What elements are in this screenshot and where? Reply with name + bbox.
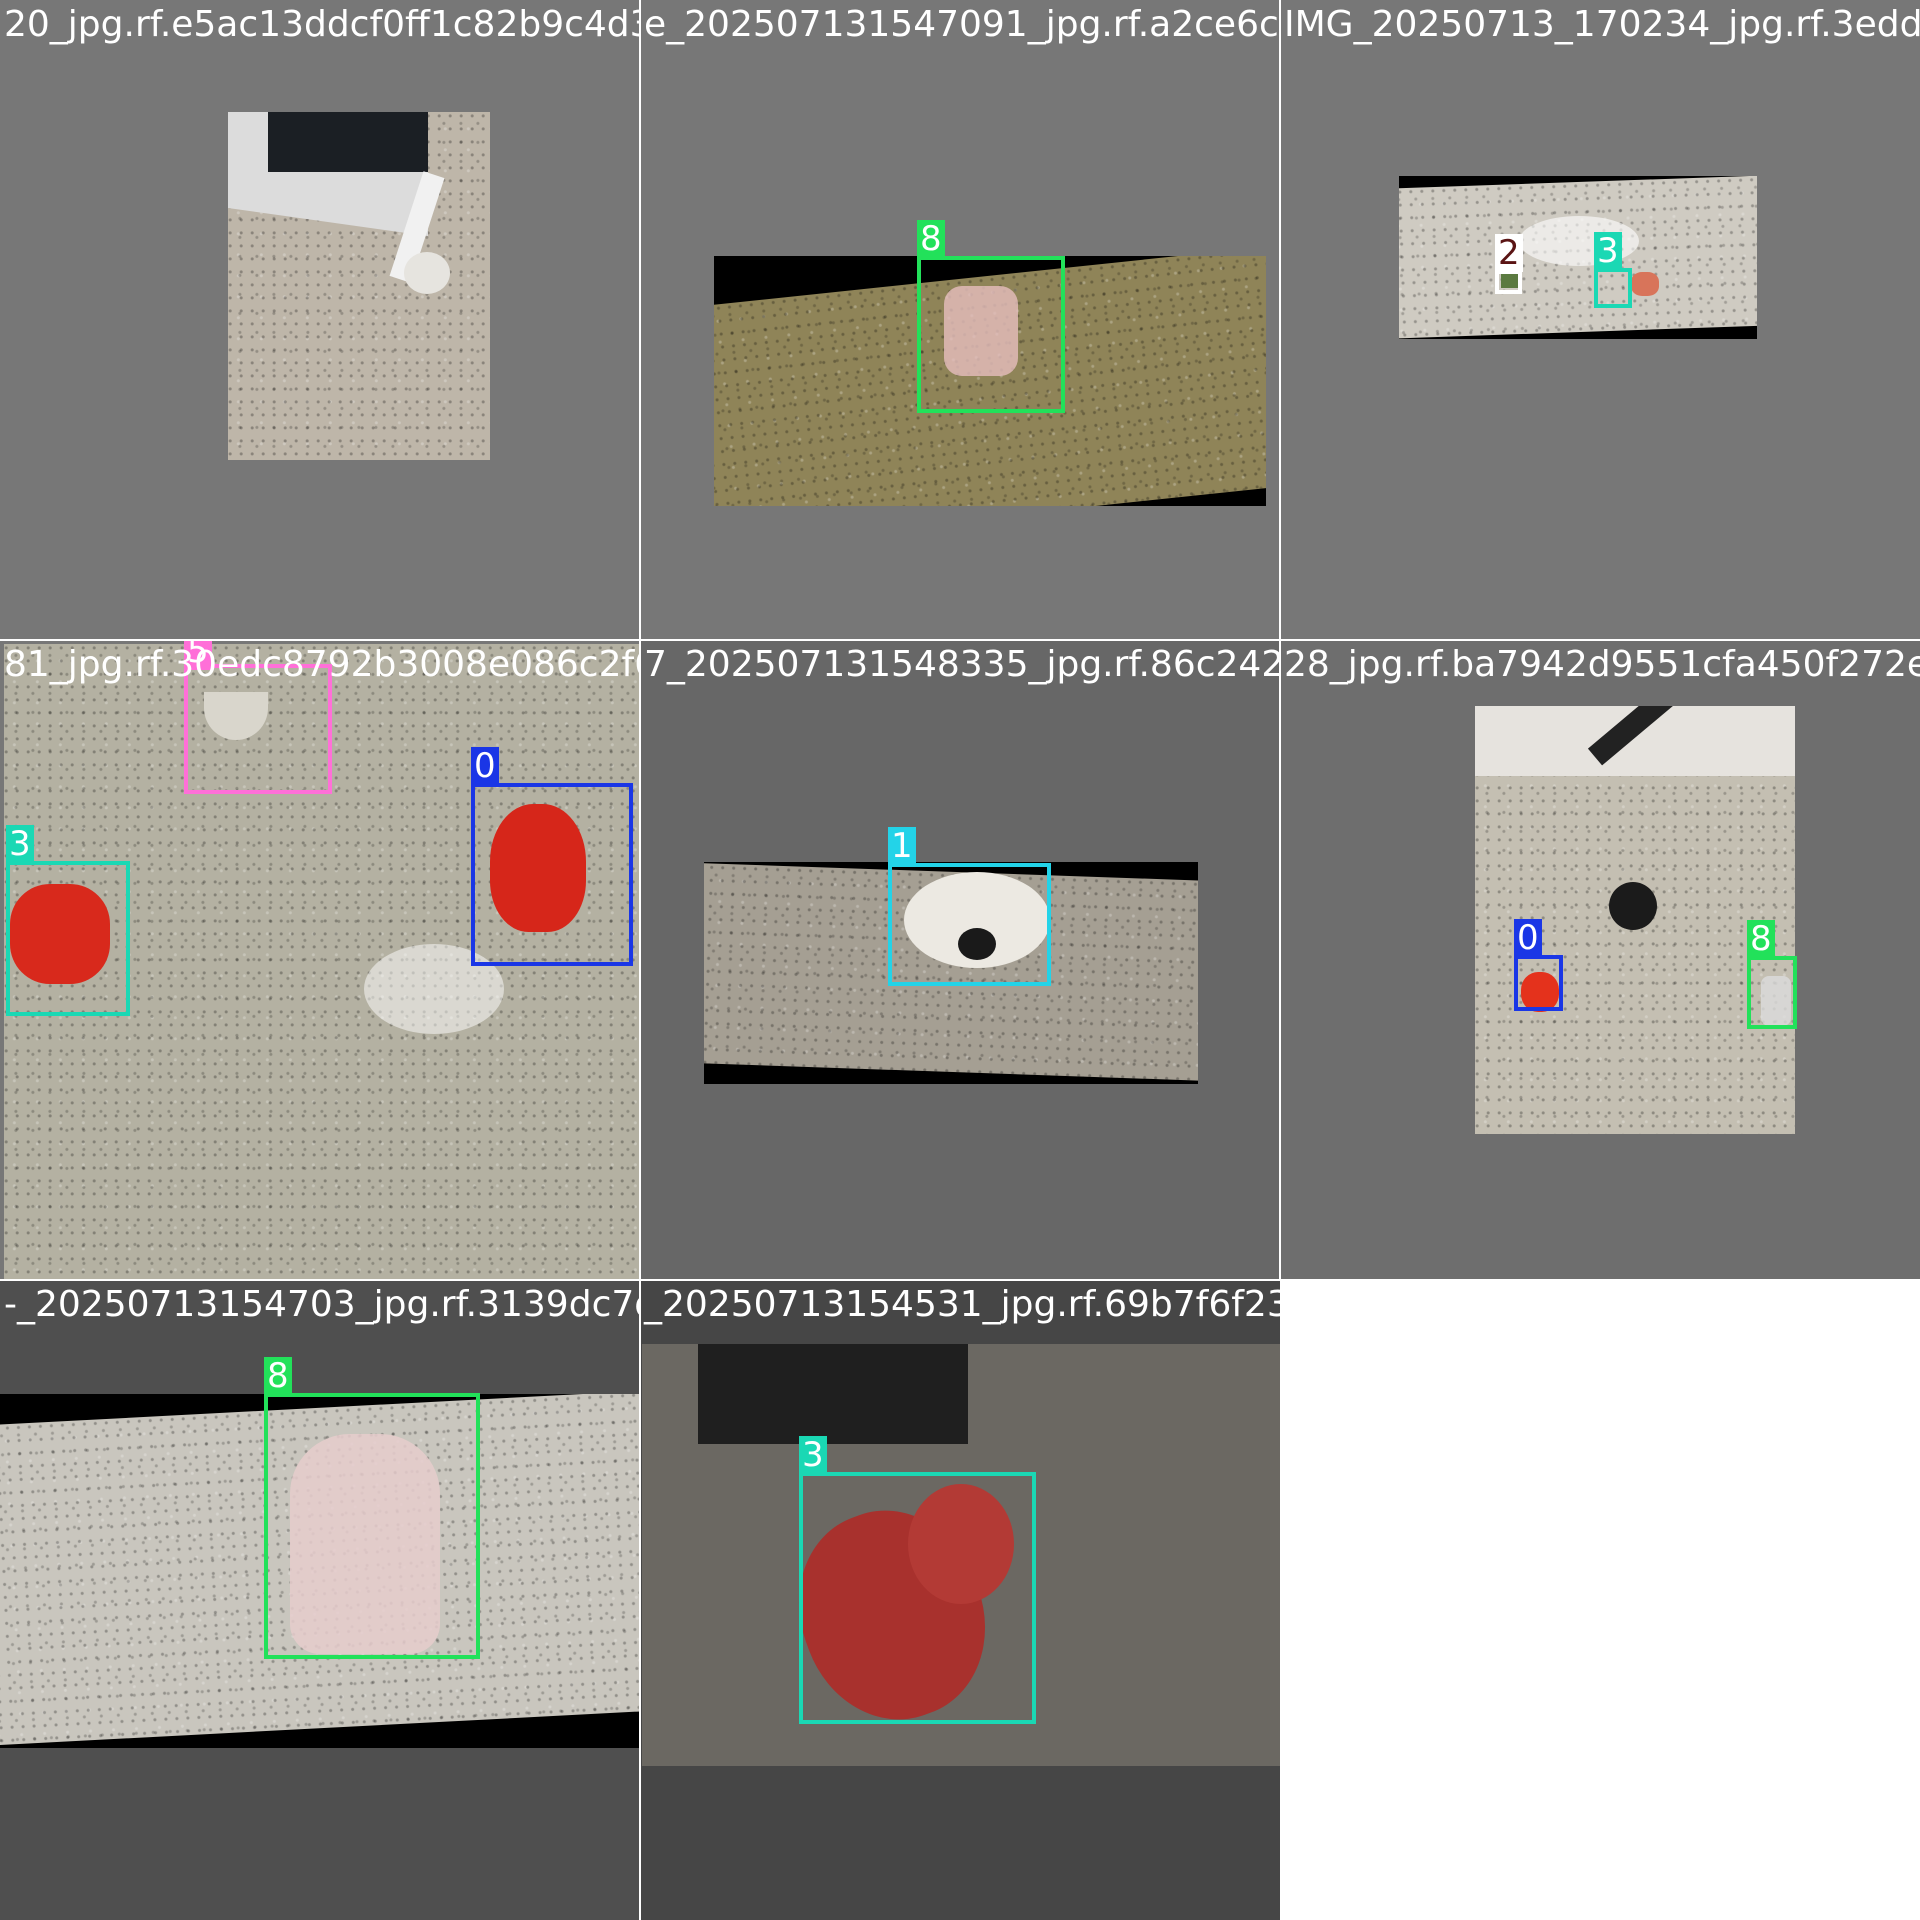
battery-box (698, 1344, 968, 1444)
tile-5: 7_202507131548335_jpg.rf.86c2425378b9 1 (640, 640, 1280, 1280)
bbox: 1 (888, 827, 1051, 986)
tile-title: 81_jpg.rf.30edc8792b3008e086c2f632 (4, 644, 640, 685)
bbox: 3 (1594, 232, 1632, 308)
grid-divider (639, 0, 641, 1920)
desk-grille (268, 112, 428, 172)
tile-3: IMG_20250713_170234_jpg.rf.3edd5 2 3 (1280, 0, 1920, 640)
bbox: 0 (471, 747, 633, 966)
tile-8: _20250713154531_jpg.rf.69b7f6f236f85ae 3 (640, 1280, 1280, 1920)
bbox-label: 8 (917, 220, 945, 258)
chair-wheel (1609, 882, 1657, 930)
tile-7: -_20250713154703_jpg.rf.3139dc7d32a2a5b … (0, 1280, 640, 1920)
red-object (1631, 272, 1659, 296)
bbox-label: 3 (799, 1436, 827, 1474)
tile-4: 81_jpg.rf.30edc8792b3008e086c2f632 5 0 3 (0, 640, 640, 1280)
tile-9-empty (1280, 1280, 1920, 1920)
tile-title: e_202507131547091_jpg.rf.a2ce6c86b2c6e2 (644, 4, 1280, 45)
bbox-label: 0 (471, 747, 499, 785)
tile-title: _20250713154531_jpg.rf.69b7f6f236f85ae (644, 1284, 1280, 1325)
bbox-label: 8 (264, 1357, 292, 1395)
detection-mosaic: 20_jpg.rf.e5ac13ddcf0ff1c82b9c4d369e8d2a… (0, 0, 1920, 1920)
bbox: 8 (264, 1357, 480, 1659)
bbox-label: 0 (1514, 919, 1542, 957)
tile-title: 20_jpg.rf.e5ac13ddcf0ff1c82b9c4d369e8d2a (4, 4, 640, 45)
bbox: 8 (917, 220, 1065, 413)
tile-title: 28_jpg.rf.ba7942d9551cfa450f272e50 (1284, 644, 1920, 685)
bbox-label: 2 (1495, 234, 1523, 272)
tile-title: IMG_20250713_170234_jpg.rf.3edd5 (1284, 4, 1920, 45)
bbox-label: 1 (888, 827, 916, 865)
bbox: 3 (6, 825, 130, 1016)
tile-6: 28_jpg.rf.ba7942d9551cfa450f272e50 0 8 (1280, 640, 1920, 1280)
bbox-label: 3 (6, 825, 34, 863)
tile-1: 20_jpg.rf.e5ac13ddcf0ff1c82b9c4d369e8d2a (0, 0, 640, 640)
bbox-label: 3 (1594, 232, 1622, 270)
bbox: 2 (1495, 234, 1523, 294)
bbox: 3 (799, 1436, 1036, 1724)
tile-title: -_20250713154703_jpg.rf.3139dc7d32a2a5b (4, 1284, 640, 1325)
photo-small-objects (1399, 176, 1757, 339)
grid-divider (0, 639, 1920, 641)
bbox: 0 (1514, 919, 1563, 1011)
grid-divider (0, 1279, 1920, 1281)
photo-floor-desk-corner (228, 112, 490, 460)
desk-foot (404, 252, 450, 294)
bbox: 8 (1747, 920, 1797, 1029)
tile-title: 7_202507131548335_jpg.rf.86c2425378b9 (644, 644, 1280, 685)
bbox-label: 8 (1747, 920, 1775, 958)
tile-2: e_202507131547091_jpg.rf.a2ce6c86b2c6e2 … (640, 0, 1280, 640)
